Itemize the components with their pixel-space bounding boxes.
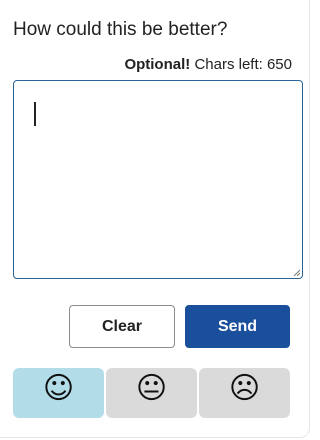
rating-selector: ☺ 😐 ☹	[13, 368, 290, 418]
text-caret	[34, 102, 36, 126]
resize-handle-icon[interactable]	[293, 269, 300, 276]
char-counter: Optional! Chars left: 650	[124, 56, 292, 73]
rating-happy-button[interactable]: ☺	[13, 368, 104, 418]
sad-face-icon: ☹	[228, 371, 261, 406]
feedback-panel: How could this be better? Optional! Char…	[0, 0, 310, 438]
feedback-textarea[interactable]	[13, 80, 303, 279]
rating-sad-button[interactable]: ☹	[199, 368, 290, 418]
chars-left-label: Chars left: 650	[194, 56, 292, 73]
happy-face-icon: ☺	[42, 371, 75, 406]
send-button[interactable]: Send	[185, 305, 290, 348]
rating-neutral-button[interactable]: 😐	[106, 368, 197, 418]
feedback-title: How could this be better?	[13, 19, 228, 40]
neutral-face-icon: 😐	[135, 371, 168, 406]
optional-label: Optional!	[124, 56, 191, 73]
clear-button[interactable]: Clear	[69, 305, 175, 348]
